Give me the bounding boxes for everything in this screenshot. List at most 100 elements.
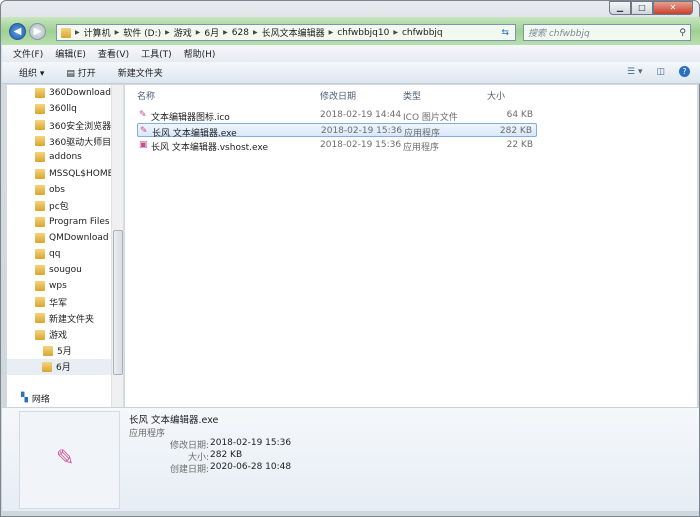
close-button[interactable]: ✕ (653, 1, 693, 15)
maximize-button[interactable]: □ (631, 1, 653, 15)
help-icon[interactable]: ? (679, 66, 690, 77)
address-bar[interactable]: ▶ 计算机 ▶ 软件 (D:) ▶ 游戏 ▶ 6月 ▶ 628 ▶ 长风文本编辑器 ▶ chf… (56, 24, 516, 41)
nav-item-label: QMDownload (49, 232, 109, 243)
pen-icon: ✎ (140, 126, 148, 136)
search-input[interactable]: 搜索 chfwbbjq ⚲ (523, 24, 691, 41)
nav-item[interactable]: pc包 (35, 198, 139, 214)
folder-icon (35, 88, 45, 98)
file-date: 2018-02-19 15:36 (320, 140, 402, 150)
nav-item[interactable]: wps (35, 278, 139, 294)
navigation-pane: 360Downloads 360llq 360安全浏览器下 360驱动大师目录 addo… (7, 85, 124, 407)
nav-item[interactable]: sougou (35, 262, 139, 278)
nav-item-label: 游戏 (49, 331, 68, 341)
folder-icon (35, 329, 45, 340)
exe-icon: ▣ (139, 140, 148, 150)
column-type[interactable]: 类型 (403, 89, 421, 102)
column-size[interactable]: 大小 (487, 89, 505, 102)
menu-view[interactable]: 查看(V) (98, 47, 129, 60)
preview-pane-icon[interactable]: ◫ (656, 67, 665, 77)
search-icon: ⚲ (679, 27, 686, 38)
menu-edit[interactable]: 编辑(E) (55, 47, 86, 60)
nav-item[interactable]: addons (35, 149, 139, 165)
file-row[interactable]: ▣ 长风 文本编辑器.vshost.exe 2018-02-19 15:36 应… (137, 138, 537, 153)
nav-item[interactable]: 新建文件夹 (35, 310, 139, 326)
crumb[interactable]: 计算机 (84, 26, 111, 39)
folder-icon (35, 281, 45, 292)
nav-item[interactable]: MSSQL$HOME (35, 166, 139, 182)
new-folder-button[interactable]: 新建文件夹 (118, 66, 163, 79)
window-controls: ▁ □ ✕ (609, 1, 693, 15)
folder-icon (35, 200, 45, 211)
nav-network[interactable]: ▚ 网络 (21, 390, 125, 406)
detail-type: 应用程序 (129, 429, 166, 439)
nav-item[interactable]: 360驱动大师目录 (35, 133, 139, 149)
nav-item-label: sougou (49, 265, 82, 276)
file-name: 文本编辑器图标.ico (151, 113, 230, 123)
nav-item[interactable]: obs (35, 182, 139, 198)
nav-item-label: 新建文件夹 (49, 314, 95, 325)
nav-item-label: addons (49, 152, 82, 163)
detail-size: 282 KB (210, 450, 243, 460)
nav-item-label: wps (49, 281, 67, 292)
back-button[interactable]: ◀ (9, 23, 26, 40)
menu-help[interactable]: 帮助(H) (184, 47, 216, 60)
folder-icon (43, 345, 53, 356)
nav-item-label: 360Downloads (49, 88, 116, 98)
menu-tools[interactable]: 工具(T) (141, 47, 172, 60)
crumb[interactable]: 长风文本编辑器 (262, 26, 325, 39)
nav-item[interactable]: qq (35, 246, 139, 262)
folder-icon (35, 232, 45, 243)
crumb[interactable]: chfwbbjq10 (337, 28, 389, 38)
nav-item[interactable]: 游戏 (35, 327, 139, 343)
nav-item[interactable]: 360llq (35, 101, 139, 117)
folder-icon (35, 249, 45, 259)
menu-bar: 文件(F) 编辑(E) 查看(V) 工具(T) 帮助(H) (2, 45, 700, 62)
nav-scrollbar[interactable] (111, 85, 123, 407)
nav-item-label: MSSQL$HOME (49, 168, 114, 179)
search-placeholder: 搜索 chfwbbjq (528, 29, 590, 39)
chevron-icon: ▶ (252, 29, 258, 36)
nav-item-label: 360llq (49, 104, 77, 115)
network-icon: ▚ (21, 393, 28, 403)
chevron-icon: ▶ (223, 29, 228, 36)
nav-item[interactable]: 6月 (7, 358, 111, 375)
organize-button[interactable]: 组织 ▾ (19, 66, 44, 79)
nav-item[interactable]: 360安全浏览器下 (35, 117, 139, 133)
nav-item[interactable]: Program Files ( (35, 214, 139, 230)
file-type: ICO 图片文件 (403, 113, 458, 123)
chevron-icon: ▶ (328, 29, 334, 36)
chevron-icon: ▶ (75, 29, 80, 36)
forward-button[interactable]: ▶ (29, 23, 46, 40)
detail-filename: 长风 文本编辑器.exe (129, 415, 219, 426)
nav-item[interactable]: 360Downloads (35, 85, 139, 101)
chevron-icon: ▶ (114, 29, 120, 36)
file-size: 64 KB (506, 110, 533, 120)
nav-item[interactable]: 5月 (35, 343, 111, 359)
crumb[interactable]: 6月 (204, 26, 219, 39)
folder-icon (35, 136, 45, 147)
file-row[interactable]: ✎ 文本编辑器图标.ico 2018-02-19 14:44 ICO 图片文件 … (137, 108, 537, 123)
column-date[interactable]: 修改日期 (320, 89, 356, 102)
nav-item[interactable]: QMDownload (35, 230, 139, 246)
open-button[interactable]: ▤ 打开 (66, 66, 95, 79)
folder-icon (42, 361, 52, 372)
detail-mod: 2018-02-19 15:36 (210, 438, 292, 448)
detail-created: 2020-06-28 10:48 (210, 462, 292, 472)
nav-item[interactable]: 华军 (35, 294, 139, 310)
nav-item-label: 6月 (56, 363, 71, 374)
crumb[interactable]: 628 (232, 28, 249, 38)
crumb[interactable]: chfwbbjq (402, 28, 443, 38)
menu-file[interactable]: 文件(F) (13, 47, 43, 60)
minimize-button[interactable]: ▁ (609, 1, 631, 15)
file-date: 2018-02-19 15:36 (321, 126, 403, 136)
file-list: 名称 修改日期 类型 大小 ✎ 文本编辑器图标.ico 2018-02-19 1… (125, 85, 697, 407)
refresh-icon[interactable]: ⇆ (501, 28, 515, 38)
crumb[interactable]: 游戏 (174, 26, 192, 39)
folder-icon (35, 152, 45, 163)
view-options-icon[interactable]: ☰ ▾ (627, 67, 642, 77)
column-name[interactable]: 名称 (137, 89, 155, 102)
file-row[interactable]: ✎ 长风 文本编辑器.exe 2018-02-19 15:36 应用程序 282… (137, 123, 537, 139)
crumb[interactable]: 软件 (D:) (123, 26, 161, 39)
nav-item-label: 网络 (31, 394, 50, 405)
scrollbar-thumb[interactable] (113, 230, 123, 375)
